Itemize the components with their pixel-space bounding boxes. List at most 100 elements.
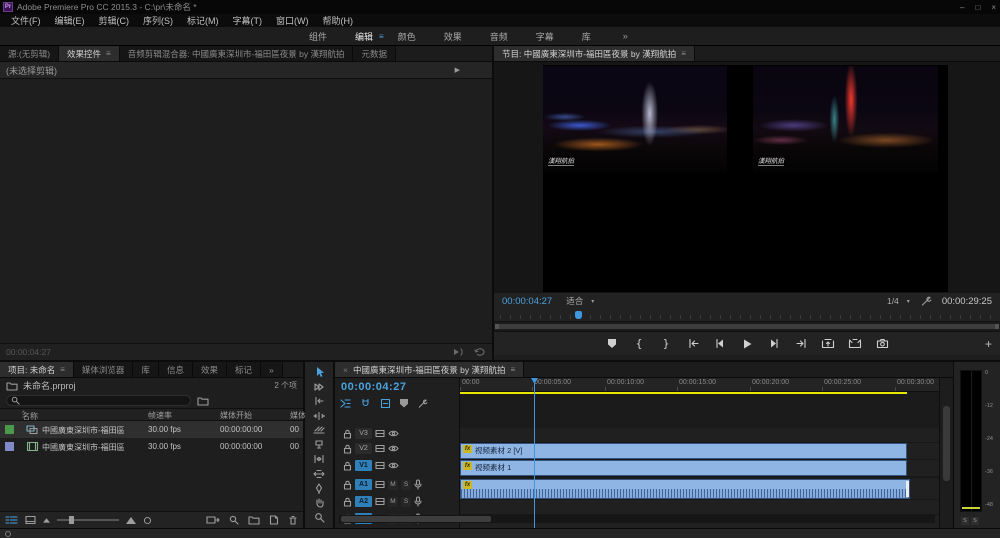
- solo-left-button[interactable]: S: [961, 517, 969, 525]
- pen-tool[interactable]: [311, 482, 327, 494]
- track-output-eye-icon[interactable]: [388, 461, 399, 470]
- track-output-eye-icon[interactable]: [388, 444, 399, 453]
- step-back-button[interactable]: [712, 336, 728, 352]
- track-lane-a1[interactable]: fx: [460, 479, 939, 500]
- scrollbar-thumb[interactable]: [943, 406, 950, 481]
- tab-markers[interactable]: 标记: [227, 362, 261, 377]
- step-forward-button[interactable]: [766, 336, 782, 352]
- expand-arrow-icon[interactable]: ▶: [455, 66, 460, 74]
- solo-button[interactable]: S: [401, 497, 411, 507]
- menu-file[interactable]: 文件(F): [4, 14, 48, 27]
- extract-button[interactable]: [847, 336, 863, 352]
- rolling-edit-tool[interactable]: [311, 410, 327, 422]
- add-marker-button[interactable]: [604, 336, 620, 352]
- sync-lock-icon[interactable]: [375, 461, 385, 470]
- slip-tool[interactable]: [311, 453, 327, 465]
- mark-out-button[interactable]: }: [658, 336, 674, 352]
- timeline-lanes[interactable]: 00:00 00:00:05:00 00:00:10:00 00:00:15:0…: [460, 378, 939, 528]
- go-to-in-button[interactable]: [685, 336, 701, 352]
- scrollbar-thumb[interactable]: [499, 324, 995, 329]
- play-button[interactable]: [739, 336, 755, 352]
- export-frame-button[interactable]: [874, 336, 890, 352]
- workspace-color[interactable]: 颜色: [384, 30, 430, 43]
- menu-title[interactable]: 字幕(T): [226, 14, 270, 27]
- lift-button[interactable]: [820, 336, 836, 352]
- clip-a1-audio[interactable]: fx: [460, 479, 910, 499]
- track-output-eye-icon[interactable]: [388, 429, 399, 438]
- workspace-audio[interactable]: 音频: [476, 30, 522, 43]
- selection-tool[interactable]: [311, 366, 327, 378]
- button-editor-plus[interactable]: +: [985, 337, 992, 351]
- zoom-slider-thumb[interactable]: [69, 516, 74, 524]
- column-framerate[interactable]: 帧速率: [148, 410, 172, 421]
- tab-effects[interactable]: 效果: [193, 362, 227, 377]
- minimize-button[interactable]: –: [960, 3, 964, 12]
- project-row-clip[interactable]: 中國廣東深圳市-福田區 30.00 fps 00:00:00:00 00: [0, 438, 303, 455]
- workspace-libraries[interactable]: 库: [568, 30, 605, 43]
- panel-menu-icon[interactable]: ≡: [681, 49, 686, 58]
- sync-lock-icon[interactable]: [375, 497, 385, 506]
- tab-timeline-sequence[interactable]: × 中國廣東深圳市-福田區夜景 by 漢翔航拍 ≡: [335, 362, 524, 377]
- search-bin-icon[interactable]: [197, 396, 209, 406]
- track-target-v3[interactable]: V3: [355, 428, 372, 439]
- tab-program-monitor[interactable]: 节目: 中國廣東深圳市-福田區夜景 by 漢翔航拍≡: [494, 46, 695, 61]
- sync-lock-icon[interactable]: [375, 444, 385, 453]
- timeline-timecode[interactable]: 00:00:04:27: [341, 381, 406, 393]
- label-chip-green[interactable]: [5, 425, 14, 434]
- ripple-edit-tool[interactable]: [311, 395, 327, 407]
- mute-button[interactable]: M: [388, 480, 398, 490]
- tab-info[interactable]: 信息: [159, 362, 193, 377]
- sort-icon[interactable]: [143, 516, 152, 525]
- track-target-a1[interactable]: A1: [355, 479, 372, 490]
- track-lane-v3[interactable]: [460, 428, 939, 443]
- insert-nest-icon[interactable]: [339, 398, 351, 409]
- track-lane-v1[interactable]: fx 视频素材 1: [460, 460, 939, 477]
- menu-help[interactable]: 帮助(H): [316, 14, 361, 27]
- tab-audio-clip-mixer[interactable]: 音频剪辑混合器: 中國廣東深圳市-福田區夜景 by 漢翔航拍: [120, 46, 354, 61]
- maximize-button[interactable]: □: [975, 3, 980, 12]
- scrollbar-handle-right[interactable]: [995, 324, 999, 329]
- tab-media-browser[interactable]: 媒体浏览器: [74, 362, 134, 377]
- voiceover-mic-icon[interactable]: [414, 496, 422, 507]
- lock-icon[interactable]: [343, 444, 352, 454]
- track-target-v1[interactable]: V1: [355, 460, 372, 471]
- timeline-horizontal-scrollbar[interactable]: [339, 515, 935, 523]
- go-to-out-button[interactable]: [793, 336, 809, 352]
- trash-icon[interactable]: [288, 515, 298, 525]
- timeline-vertical-scrollbar[interactable]: [939, 378, 952, 528]
- add-marker-icon[interactable]: [400, 399, 408, 408]
- zoom-tool[interactable]: [311, 511, 327, 523]
- find-icon[interactable]: [229, 515, 239, 525]
- menu-edit[interactable]: 编辑(E): [48, 14, 92, 27]
- mini-playhead-marker[interactable]: [575, 311, 582, 319]
- project-file-name[interactable]: 未命名.prproj: [23, 379, 76, 392]
- hand-tool[interactable]: [311, 497, 327, 509]
- label-chip-iris[interactable]: [5, 442, 14, 451]
- tab-metadata[interactable]: 元数据: [353, 46, 396, 61]
- tab-effect-controls[interactable]: 效果控件≡: [59, 46, 120, 61]
- mute-button[interactable]: M: [388, 497, 398, 507]
- snap-magnet-icon[interactable]: [360, 398, 371, 409]
- slide-tool[interactable]: [311, 468, 327, 480]
- project-row-sequence[interactable]: 中國廣東深圳市-福田區 30.00 fps 00:00:00:00 00: [0, 421, 303, 438]
- play-audio-only-icon[interactable]: [452, 347, 464, 357]
- program-mini-timeline[interactable]: [494, 309, 1000, 322]
- search-input[interactable]: [6, 395, 191, 406]
- razor-tool[interactable]: [311, 439, 327, 451]
- automate-to-sequence-icon[interactable]: [206, 515, 220, 525]
- list-view-icon[interactable]: [5, 515, 18, 525]
- workspace-titles[interactable]: 字幕: [522, 30, 568, 43]
- loop-playback-icon[interactable]: [474, 347, 486, 357]
- timeline-settings-wrench-icon[interactable]: [417, 398, 428, 409]
- clip-v2[interactable]: fx 视频素材 2 [V]: [460, 443, 907, 459]
- tab-overflow-icon[interactable]: »: [261, 362, 283, 377]
- menu-window[interactable]: 窗口(W): [269, 14, 316, 27]
- track-select-forward-tool[interactable]: [311, 381, 327, 393]
- sync-lock-icon[interactable]: [375, 429, 385, 438]
- solo-right-button[interactable]: S: [971, 517, 979, 525]
- lock-icon[interactable]: [343, 429, 352, 439]
- workspace-effects[interactable]: 效果: [430, 30, 476, 43]
- new-bin-icon[interactable]: [248, 515, 260, 525]
- workspace-assembly[interactable]: 组件: [295, 30, 341, 43]
- scrollbar-handle-left[interactable]: [495, 324, 499, 329]
